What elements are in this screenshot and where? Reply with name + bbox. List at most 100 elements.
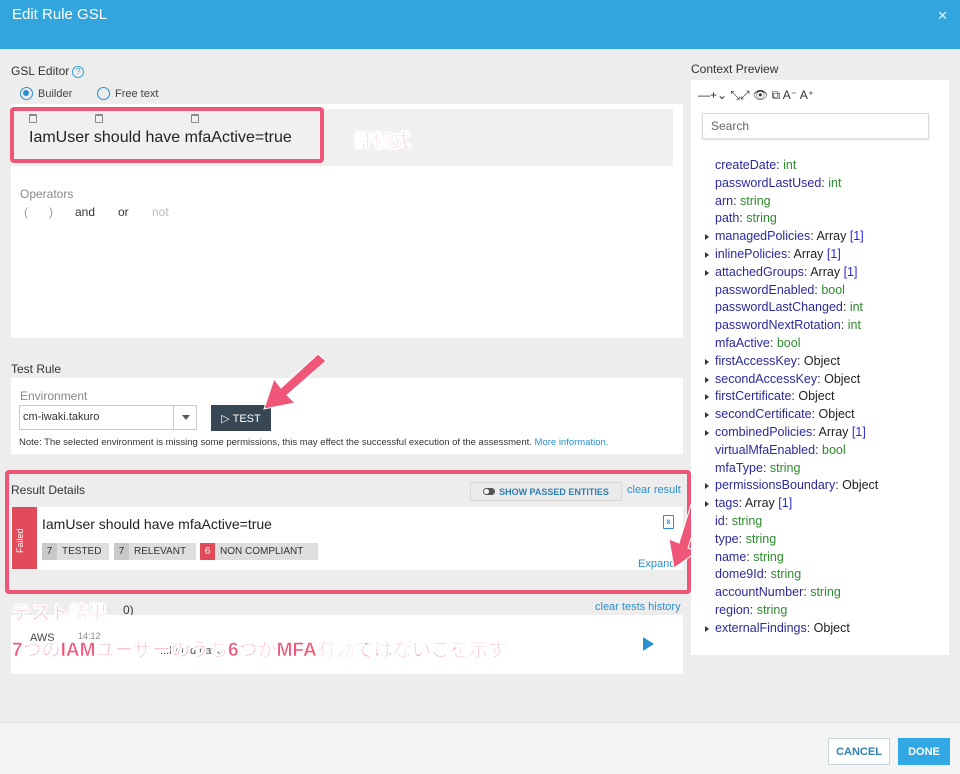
context-field-type: bool [776,335,801,350]
context-field-key: name [715,549,747,564]
expand-caret-icon[interactable] [705,358,709,365]
context-field[interactable]: name: string [705,549,878,567]
context-field[interactable]: firstCertificate: Object [705,388,878,406]
context-field-key: tags [715,496,739,511]
context-field[interactable]: virtualMfaEnabled: bool [705,442,878,460]
context-field[interactable]: permissionsBoundary: Object [705,477,878,495]
context-field[interactable]: firstAccessKey: Object [705,353,878,371]
context-search-input[interactable]: Search [702,113,929,139]
context-field[interactable]: path: string [705,210,878,228]
context-field[interactable]: attachedGroups: Array [1] [705,264,878,282]
context-field-key: createDate [715,158,777,172]
context-field-type: Object [824,371,861,386]
context-field-key: firstAccessKey [715,353,797,368]
context-field-type: string [770,567,802,582]
context-field[interactable]: passwordLastChanged: int [705,299,878,317]
context-field-key: path [715,211,740,226]
context-field[interactable]: region: string [705,602,878,620]
context-field-type: Object [803,353,841,368]
context-field[interactable]: passwordLastUsed: int [705,175,878,193]
context-field[interactable]: passwordNextRotation: int [705,317,878,335]
context-field-key: firstCertificate [715,389,792,404]
context-field-type: Array [816,229,847,244]
context-field[interactable]: tags: Array [1] [705,495,878,513]
context-field[interactable]: createDate: int [705,157,878,175]
expand-caret-icon[interactable] [705,376,709,383]
expand-caret-icon[interactable] [705,269,709,276]
context-field-key: passwordLastChanged [715,300,843,315]
context-field-type: Object [842,478,879,493]
context-field-type: int [849,300,864,315]
context-field-key: accountNumber [715,585,804,600]
context-field[interactable]: accountNumber: string [705,584,878,602]
context-field[interactable]: passwordEnabled: bool [705,282,878,300]
context-field[interactable]: externalFindings: Object [705,620,878,638]
context-field-type: Object [813,620,850,635]
context-field-type: int [828,175,842,190]
context-field[interactable]: type: string [705,531,878,549]
context-field-type: string [731,513,763,528]
context-field-key: mfaType [715,460,763,475]
context-field-key: id [715,513,725,528]
expand-caret-icon[interactable] [705,501,709,508]
context-field-type: int [783,158,797,172]
context-tree: createDate: int passwordLastUsed: int arn:… [705,157,878,638]
context-field-type: string [745,531,777,546]
context-field-type: bool [821,282,845,297]
context-field[interactable]: arn: string [705,193,878,211]
context-toolbar[interactable]: —+⌄ ⤡⤢ 👁 ⧉ A⁻ A⁺ [698,88,814,103]
context-field[interactable]: managedPolicies: Array [1] [705,228,878,246]
context-field-key: externalFindings [715,620,807,635]
expand-caret-icon[interactable] [705,412,709,419]
context-field[interactable]: dome9Id: string [705,566,878,584]
expand-caret-icon[interactable] [705,394,709,401]
context-field-type: Array [793,246,824,261]
context-field[interactable]: mfaActive: bool [705,335,878,353]
context-field[interactable]: inlinePolicies: Array [1] [705,246,878,264]
context-field-count: [1] [843,264,858,279]
context-field-key: passwordNextRotation [715,318,841,333]
expand-caret-icon[interactable] [705,251,709,258]
context-field-count: [1] [851,424,866,439]
done-button[interactable]: DONE [898,738,950,765]
context-field[interactable]: mfaType: string [705,460,878,478]
context-field-key: mfaActive [715,335,770,350]
context-field-key: permissionsBoundary [715,478,836,493]
context-field-type: Array [818,424,849,439]
context-preview-heading: Context Preview [691,62,779,76]
expand-caret-icon[interactable] [705,234,709,241]
context-field[interactable]: secondCertificate: Object [705,406,878,424]
context-field[interactable]: combinedPolicies: Array [1] [705,424,878,442]
context-field-count: [1] [849,229,864,244]
context-field-key: attachedGroups [715,264,804,279]
context-field[interactable]: id: string [705,513,878,531]
context-field-key: passwordLastUsed [715,175,822,190]
context-field-type: string [746,211,777,226]
context-field-key: dome9Id [715,567,764,582]
context-field-count: [1] [826,246,841,261]
cancel-button[interactable]: CANCEL [828,738,890,765]
context-field-type: bool [822,442,846,457]
context-field-key: arn [715,193,734,208]
context-field-key: region [715,602,750,617]
context-field-key: type [715,531,739,546]
context-field-type: int [847,318,861,333]
context-field-type: string [769,460,801,475]
context-field-key: managedPolicies [715,229,811,244]
dialog-footer [0,722,960,774]
context-field-key: inlinePolicies [715,246,788,261]
context-field[interactable]: secondAccessKey: Object [705,371,878,389]
context-field-type: string [740,193,771,208]
expand-caret-icon[interactable] [705,483,709,490]
context-field-type: string [756,602,788,617]
context-field-type: string [810,585,841,600]
context-field-key: passwordEnabled [715,282,815,297]
expand-caret-icon[interactable] [705,429,709,436]
context-field-key: virtualMfaEnabled [715,442,816,457]
context-field-type: Object [818,407,855,422]
context-field-type: Array [810,264,841,279]
context-field-type: string [753,549,784,564]
context-field-key: secondCertificate [715,407,812,422]
context-field-key: combinedPolicies [715,424,813,439]
expand-caret-icon[interactable] [705,625,709,632]
